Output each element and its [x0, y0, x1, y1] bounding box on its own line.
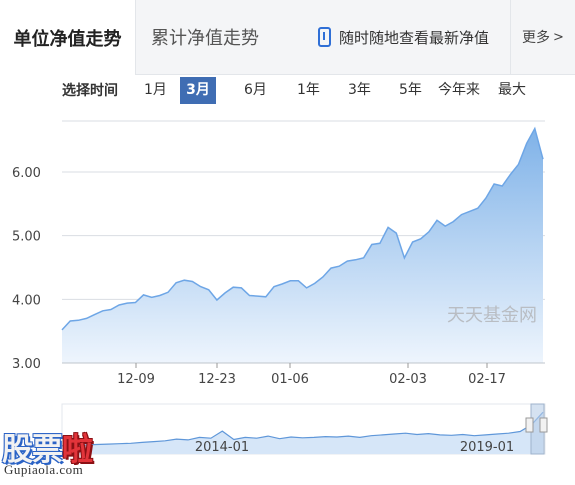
range-option-5[interactable]: 3年: [344, 77, 375, 104]
tab-cumulative-nav[interactable]: 累计净值走势: [151, 0, 259, 74]
app-promo-link[interactable]: 随时随地查看最新净值: [318, 0, 489, 74]
chevron-right-icon: >: [553, 29, 564, 45]
tab-unit-nav[interactable]: 单位净值走势: [0, 0, 136, 75]
range-option-7[interactable]: 今年来: [434, 77, 484, 104]
navigator-label: 2014-01: [195, 440, 249, 455]
navigator-handle-left[interactable]: [525, 417, 534, 433]
nav-chart: 3.00 4.00 5.00 6.00 12-09 12-23 01-06 02-03 02-1…: [12, 120, 548, 455]
range-option-2[interactable]: 3月: [180, 77, 216, 104]
app-promo-label: 随时随地查看最新净值: [339, 28, 490, 47]
site-logo: 股票啦 Gupiaola.com: [2, 424, 122, 482]
more-link[interactable]: 更多 >: [510, 0, 575, 74]
x-tick-label: 12-09: [117, 372, 155, 387]
tab-bar: 单位净值走势 累计净值走势 随时随地查看最新净值 更多 >: [0, 0, 575, 75]
x-tick-label: 01-06: [271, 372, 309, 387]
y-tick-label: 5.00: [12, 230, 41, 245]
more-label: 更多: [522, 30, 551, 46]
range-option-3[interactable]: 6月: [240, 77, 271, 104]
range-label: 选择时间: [62, 83, 118, 99]
nav-area: [62, 128, 543, 363]
y-tick-label: 3.00: [12, 357, 41, 372]
y-tick-label: 4.00: [12, 293, 41, 308]
x-tick-label: 02-03: [389, 372, 427, 387]
range-option-8[interactable]: 最大: [494, 77, 530, 104]
navigator-label: 2019-01: [460, 440, 514, 455]
phone-icon: [318, 27, 331, 47]
x-tick-label: 02-17: [468, 372, 506, 387]
range-option-6[interactable]: 5年: [395, 77, 426, 104]
chart-watermark: 天天基金网: [447, 305, 537, 326]
logo-url: Gupiaola.com: [4, 462, 84, 477]
range-option-4[interactable]: 1年: [293, 77, 324, 104]
range-option-1[interactable]: 1月: [140, 77, 171, 104]
y-tick-label: 6.00: [12, 166, 41, 181]
x-tick-label: 12-23: [198, 372, 236, 387]
navigator-handle-right[interactable]: [539, 417, 548, 433]
